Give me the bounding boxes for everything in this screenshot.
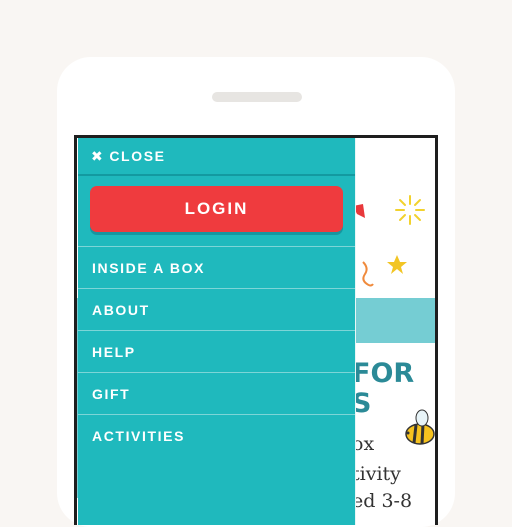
nav-drawer: ✖ CLOSE LOGIN INSIDE A BOX ABOUT HELP GI… xyxy=(78,138,356,525)
nav-item-label: INSIDE A BOX xyxy=(92,259,206,276)
nav-item-label: HELP xyxy=(92,343,136,360)
nav-item-gift[interactable]: GIFT xyxy=(78,373,355,415)
login-section: LOGIN xyxy=(78,176,355,247)
nav-item-label: GIFT xyxy=(92,385,131,402)
bee-icon xyxy=(405,409,435,445)
phone-speaker xyxy=(212,92,302,102)
nav-item-inside-a-box[interactable]: INSIDE A BOX xyxy=(78,247,355,289)
login-label: LOGIN xyxy=(184,199,249,218)
login-button[interactable]: LOGIN xyxy=(90,186,343,232)
star-icon xyxy=(387,255,407,274)
promo-headline-1: FOR xyxy=(352,358,415,389)
nav-item-label: ACTIVITIES xyxy=(92,427,186,444)
promo-text-3: ed 3-8 xyxy=(352,490,413,512)
nav-item-about[interactable]: ABOUT xyxy=(78,289,355,331)
close-label: CLOSE xyxy=(109,148,166,164)
nav-item-activities[interactable]: ACTIVITIES xyxy=(78,415,355,456)
nav-item-label: ABOUT xyxy=(92,301,150,318)
squiggle-icon xyxy=(362,261,374,287)
phone-screen: FOR S ox tivity ed 3-8 ✖ CLOSE LOGIN INS… xyxy=(74,135,438,525)
nav-item-help[interactable]: HELP xyxy=(78,331,355,373)
close-button[interactable]: ✖ CLOSE xyxy=(78,138,355,176)
promo-text-2: tivity xyxy=(352,463,401,485)
close-icon: ✖ xyxy=(91,148,105,164)
starburst-icon xyxy=(395,195,425,225)
